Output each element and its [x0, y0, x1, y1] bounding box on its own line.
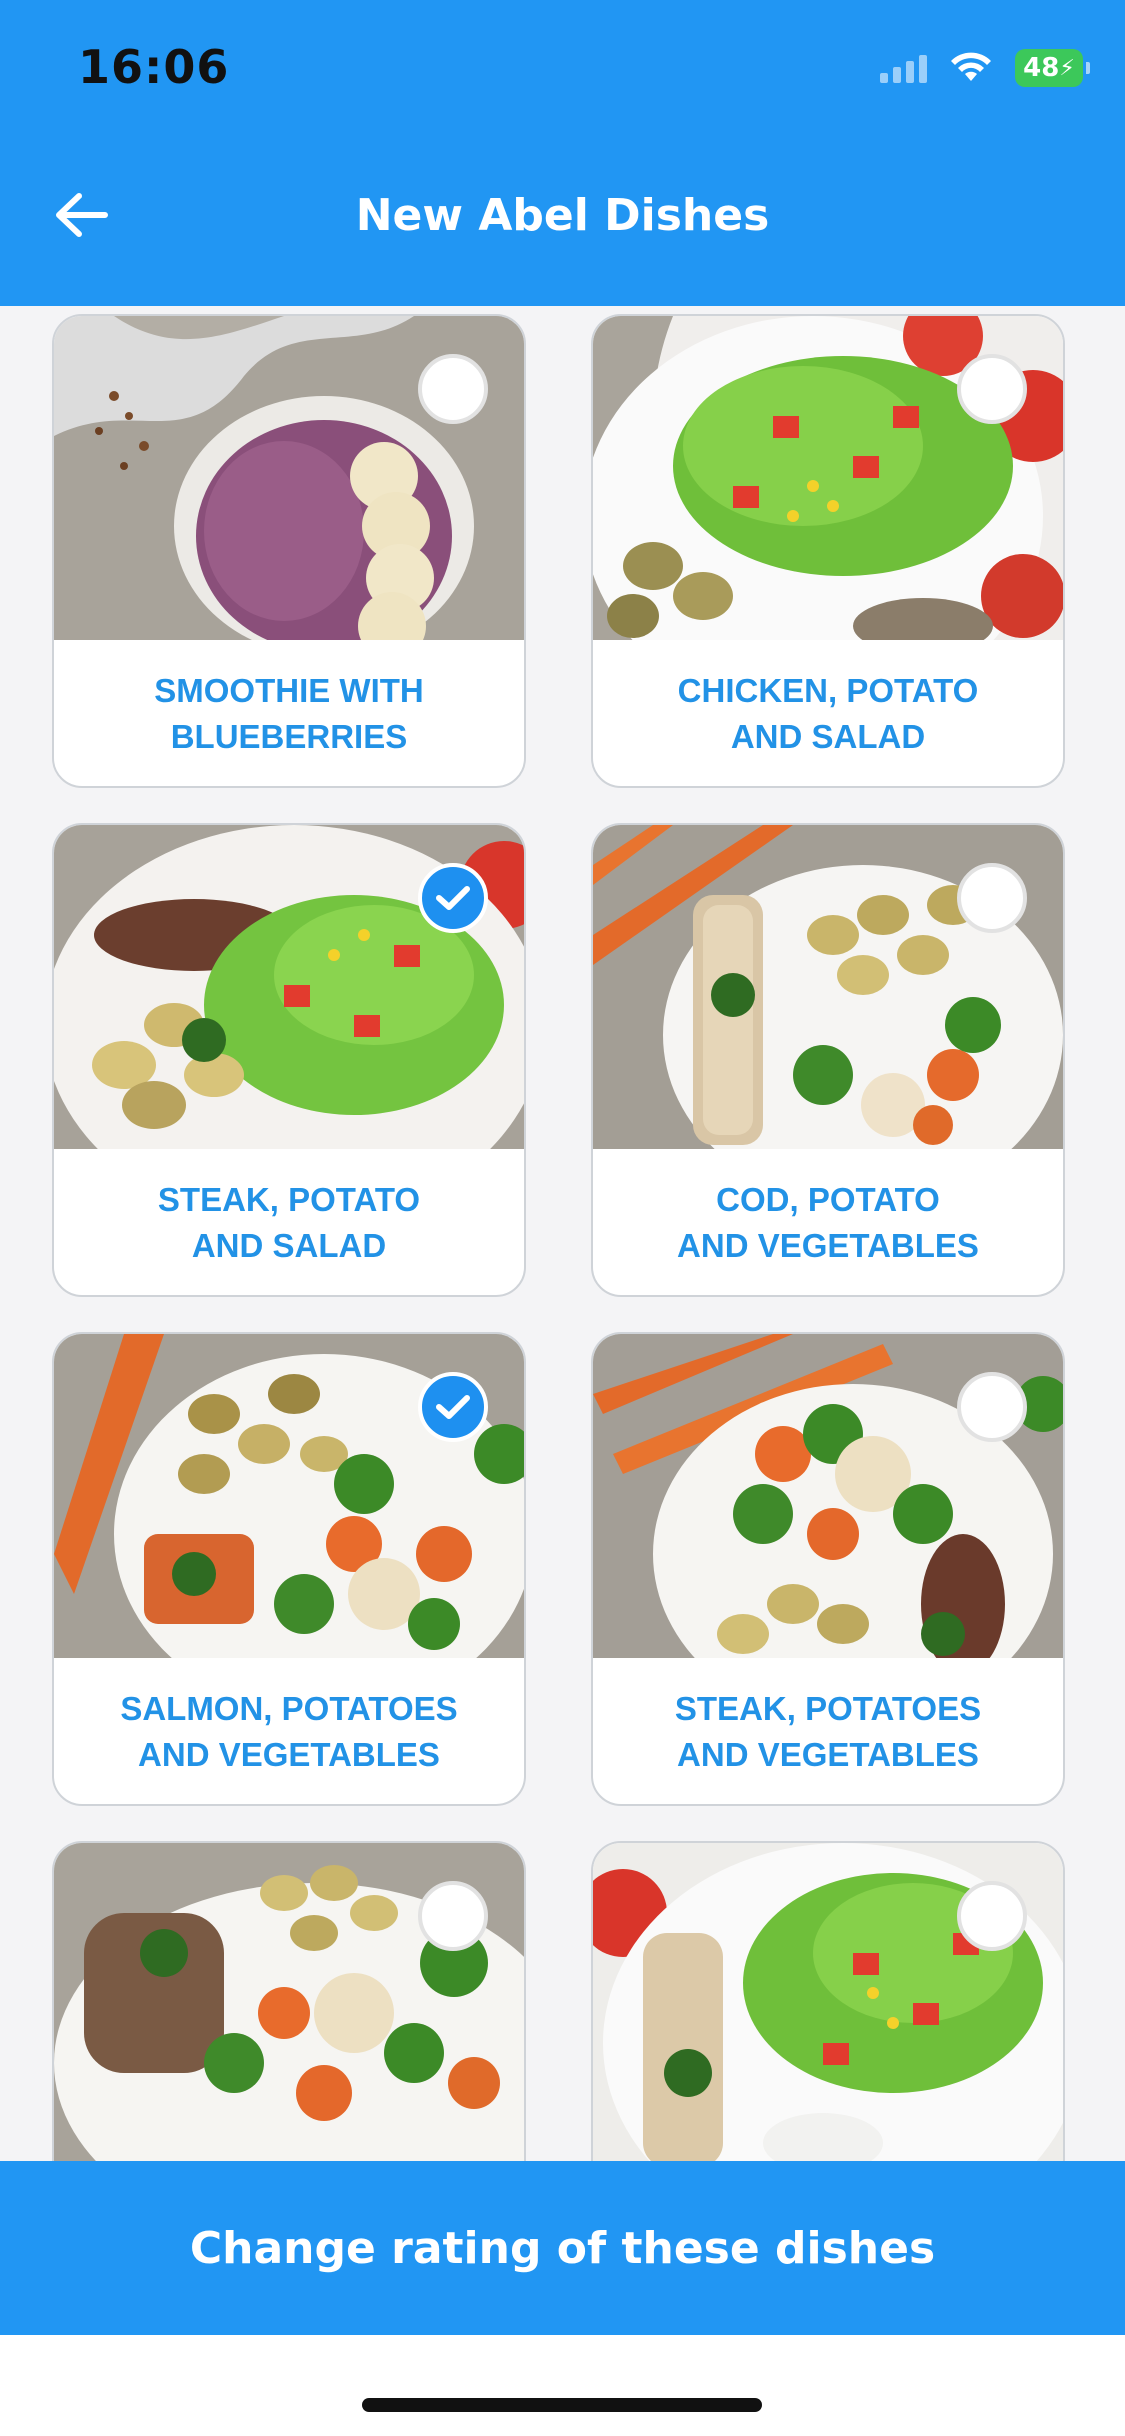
- dish-name: SMOOTHIE WITH BLUEBERRIES: [154, 672, 424, 755]
- selection-checkbox[interactable]: [957, 354, 1027, 424]
- status-time: 16:06: [78, 40, 230, 94]
- home-indicator[interactable]: [362, 2398, 762, 2412]
- cellular-signal-icon: [880, 53, 927, 83]
- dish-card[interactable]: [52, 1841, 526, 2161]
- dish-name: COD, POTATO AND VEGETABLES: [677, 1181, 979, 1264]
- app-screen: 16:06 48 ⚡ New Abel Dishes SMOOTHIE WITH…: [0, 0, 1125, 2436]
- dish-name: CHICKEN, POTATO AND SALAD: [677, 672, 979, 755]
- battery-level: 48: [1023, 53, 1060, 83]
- selection-checkbox[interactable]: [418, 863, 488, 933]
- selection-checkbox[interactable]: [418, 354, 488, 424]
- dish-card[interactable]: [591, 1841, 1065, 2161]
- page-title: New Abel Dishes: [355, 190, 770, 241]
- dish-card[interactable]: STEAK, POTATO AND SALAD: [52, 823, 526, 1297]
- status-icons: 48 ⚡: [880, 48, 1090, 88]
- checkmark-icon: [436, 1395, 470, 1419]
- dish-card[interactable]: STEAK, POTATOES AND VEGETABLES: [591, 1332, 1065, 1806]
- dish-name: STEAK, POTATOES AND VEGETABLES: [674, 1690, 982, 1773]
- selection-checkbox[interactable]: [957, 1881, 1027, 1951]
- top-bar: 16:06 48 ⚡ New Abel Dishes: [0, 0, 1125, 306]
- home-area: [0, 2335, 1125, 2436]
- dish-grid: SMOOTHIE WITH BLUEBERRIES CHICKEN, POTAT…: [0, 306, 1125, 2161]
- checkmark-icon: [436, 886, 470, 910]
- dish-card[interactable]: SMOOTHIE WITH BLUEBERRIES: [52, 314, 526, 788]
- selection-checkbox[interactable]: [957, 1372, 1027, 1442]
- dish-name: SALMON, POTATOES AND VEGETABLES: [120, 1690, 458, 1773]
- dish-card[interactable]: SALMON, POTATOES AND VEGETABLES: [52, 1332, 526, 1806]
- wifi-icon: [951, 52, 991, 81]
- dish-name: STEAK, POTATO AND SALAD: [157, 1181, 421, 1264]
- selection-checkbox[interactable]: [957, 863, 1027, 933]
- change-rating-button[interactable]: Change rating of these dishes: [0, 2161, 1125, 2335]
- selection-checkbox[interactable]: [418, 1372, 488, 1442]
- battery-icon: 48 ⚡: [1015, 49, 1090, 87]
- selection-checkbox[interactable]: [418, 1881, 488, 1951]
- dish-card[interactable]: COD, POTATO AND VEGETABLES: [591, 823, 1065, 1297]
- dish-card[interactable]: CHICKEN, POTATO AND SALAD: [591, 314, 1065, 788]
